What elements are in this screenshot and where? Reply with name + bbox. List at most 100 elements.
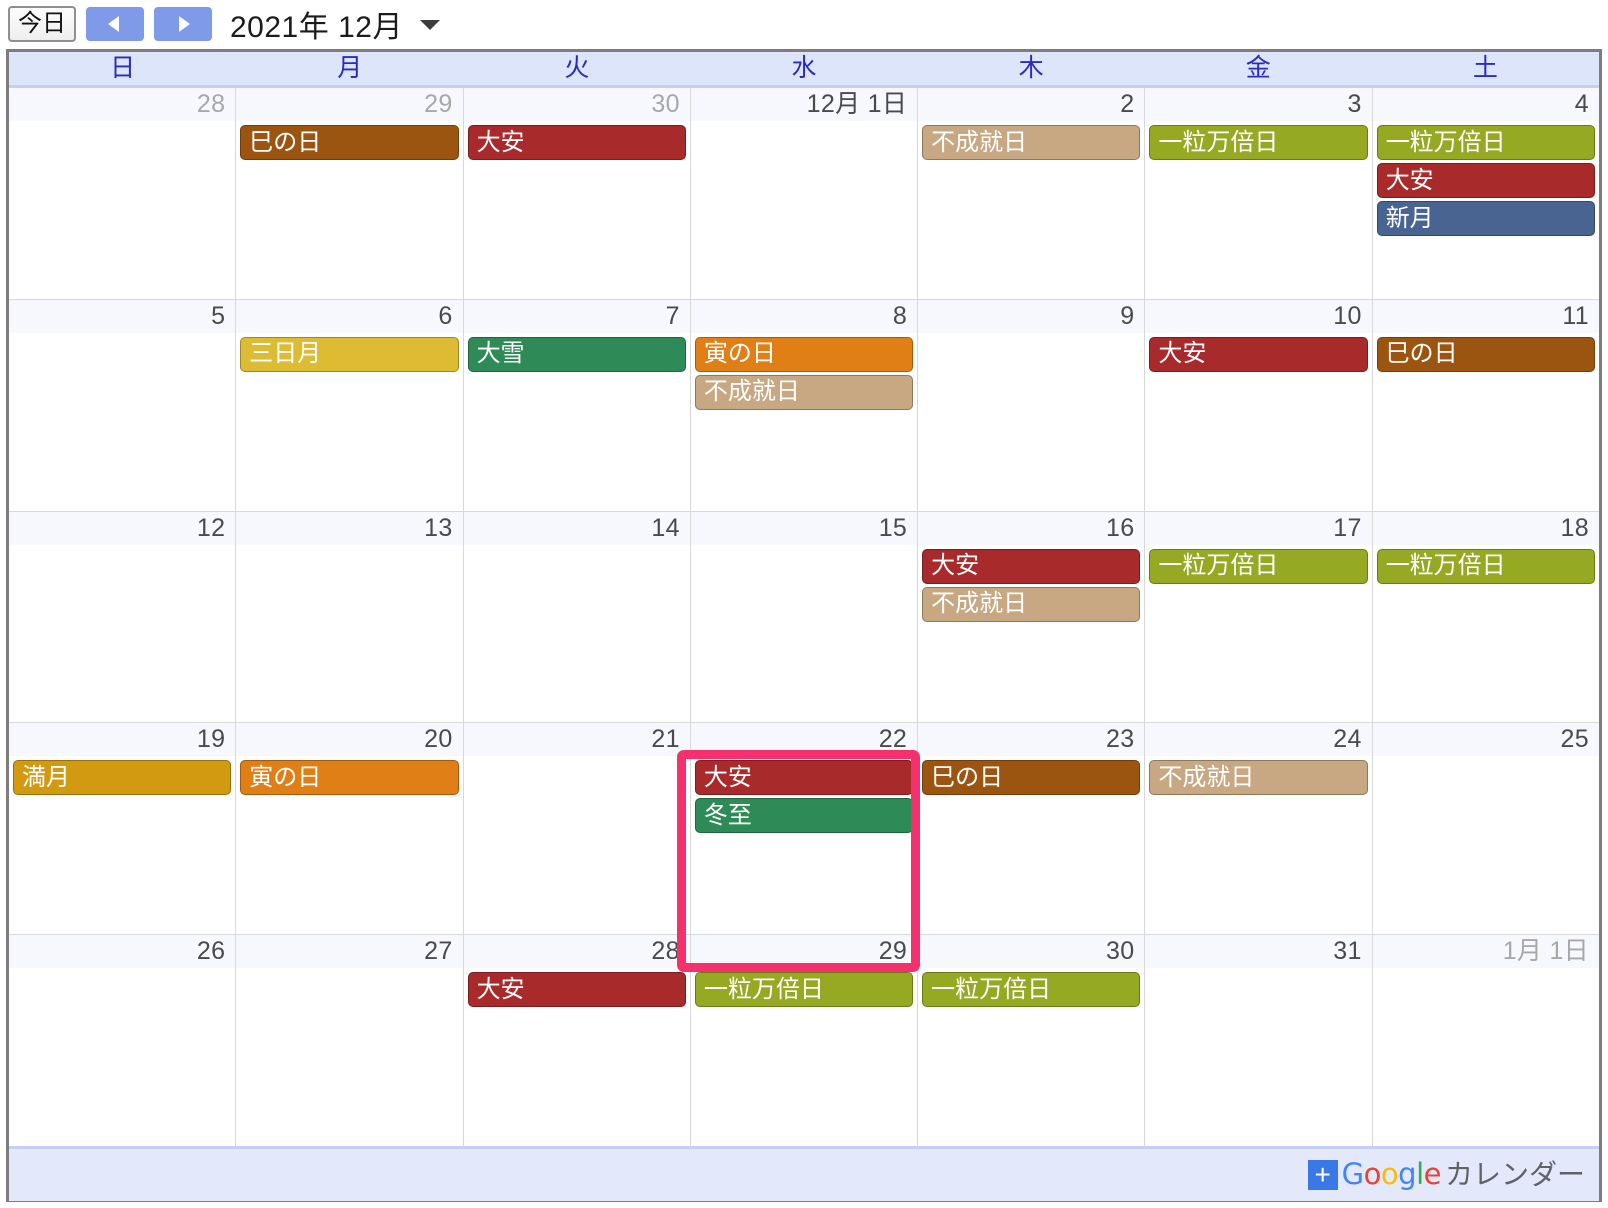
add-to-google-calendar-button[interactable]: + Google カレンダー bbox=[1307, 1157, 1585, 1192]
day-events: 巳の日 bbox=[1373, 333, 1599, 511]
event-chip[interactable]: 一粒万倍日 bbox=[694, 972, 914, 1008]
calendar-toolbar: 今日 2021年 12月 bbox=[0, 0, 1608, 48]
calendar-day-cell[interactable]: 16 大安 不成就日 bbox=[918, 511, 1146, 723]
event-chip[interactable]: 新月 bbox=[1376, 201, 1595, 236]
calendar-day-cell[interactable]: 30 大安 bbox=[463, 88, 691, 299]
calendar-day-cell[interactable]: 15 bbox=[690, 511, 919, 723]
today-button[interactable]: 今日 bbox=[8, 6, 76, 42]
calendar-day-cell[interactable]: 31 bbox=[1145, 935, 1373, 1146]
day-number: 18 bbox=[1372, 511, 1599, 545]
day-number: 19 bbox=[9, 723, 236, 757]
next-month-button[interactable] bbox=[154, 7, 212, 41]
calendar-frame: 日 月 火 水 木 金 土 28 29 巳の日 30 大安 12月 1日 2 不成就日 3 一粒万… bbox=[6, 49, 1602, 1202]
event-chip[interactable]: 大安 bbox=[1149, 336, 1368, 372]
event-chip[interactable]: 一粒万倍日 bbox=[1149, 125, 1368, 160]
calendar-day-cell[interactable]: 18 一粒万倍日 bbox=[1372, 511, 1599, 723]
day-events: 一粒万倍日 bbox=[1373, 545, 1599, 723]
calendar-day-cell[interactable]: 29 巳の日 bbox=[236, 88, 464, 299]
weekday-header-sun: 日 bbox=[110, 54, 136, 82]
calendar-day-cell[interactable]: 21 bbox=[463, 723, 691, 935]
event-chip[interactable]: 大安 bbox=[694, 760, 914, 796]
day-events bbox=[9, 545, 235, 723]
event-chip[interactable]: 不成就日 bbox=[922, 586, 1141, 622]
day-events: 大安 冬至 bbox=[691, 756, 917, 934]
calendar-day-cell[interactable]: 29 一粒万倍日 bbox=[690, 935, 919, 1146]
day-events: 大安 不成就日 bbox=[918, 545, 1144, 723]
calendar-day-cell[interactable]: 28 bbox=[9, 88, 237, 299]
calendar-day-cell[interactable]: 12 bbox=[9, 511, 237, 723]
calendar-day-cell[interactable]: 5 bbox=[9, 299, 237, 511]
page-title: 2021年 12月 bbox=[230, 11, 403, 44]
event-chip[interactable]: 一粒万倍日 bbox=[1376, 548, 1595, 584]
event-chip[interactable]: 不成就日 bbox=[1149, 760, 1368, 796]
event-chip[interactable]: 一粒万倍日 bbox=[1376, 125, 1595, 160]
day-events: 大安 bbox=[1145, 333, 1371, 511]
event-chip[interactable]: 大安 bbox=[922, 548, 1141, 584]
chevron-down-icon[interactable] bbox=[417, 16, 443, 32]
calendar-day-cell[interactable]: 6 三日月 bbox=[236, 299, 464, 511]
google-logo-letter-6: e bbox=[1423, 1157, 1442, 1191]
event-chip[interactable]: 寅の日 bbox=[240, 760, 459, 796]
calendar-day-cell[interactable]: 9 bbox=[918, 299, 1146, 511]
event-chip[interactable]: 一粒万倍日 bbox=[1149, 548, 1368, 584]
calendar-day-cell[interactable]: 7 大雪 bbox=[463, 299, 691, 511]
day-events bbox=[1373, 756, 1599, 934]
calendar-day-cell[interactable]: 20 寅の日 bbox=[236, 723, 464, 935]
day-events bbox=[9, 968, 235, 1146]
day-events bbox=[691, 545, 917, 723]
day-number: 17 bbox=[1145, 511, 1372, 545]
previous-month-button[interactable] bbox=[86, 7, 144, 41]
day-number: 9 bbox=[918, 299, 1145, 333]
day-events: 一粒万倍日 bbox=[1145, 121, 1371, 299]
event-chip[interactable]: 大安 bbox=[1376, 163, 1595, 198]
calendar-day-cell[interactable]: 19 満月 bbox=[9, 723, 237, 935]
calendar-day-cell[interactable]: 26 bbox=[9, 935, 237, 1146]
google-logo-letter-3: o bbox=[1380, 1157, 1399, 1191]
calendar-day-cell[interactable]: 8 寅の日 不成就日 bbox=[690, 299, 919, 511]
event-chip[interactable]: 不成就日 bbox=[922, 125, 1141, 160]
event-chip[interactable]: 満月 bbox=[13, 760, 232, 796]
calendar-day-cell[interactable]: 10 大安 bbox=[1145, 299, 1373, 511]
event-chip[interactable]: 大安 bbox=[467, 972, 686, 1008]
day-events bbox=[236, 545, 462, 723]
calendar-day-cell[interactable]: 11 巳の日 bbox=[1372, 299, 1599, 511]
calendar-day-cell[interactable]: 14 bbox=[463, 511, 691, 723]
event-chip[interactable]: 三日月 bbox=[240, 336, 459, 372]
google-logo: Google bbox=[1341, 1157, 1442, 1191]
calendar-day-cell[interactable]: 25 bbox=[1372, 723, 1599, 935]
weekday-header-mon: 月 bbox=[337, 54, 363, 82]
day-number: 7 bbox=[463, 299, 690, 333]
calendar-day-cell[interactable]: 3 一粒万倍日 bbox=[1145, 88, 1373, 299]
day-number: 26 bbox=[9, 935, 236, 969]
event-chip[interactable]: 巳の日 bbox=[922, 760, 1141, 796]
google-logo-letter-1: G bbox=[1341, 1157, 1364, 1191]
calendar-day-cell[interactable]: 23 巳の日 bbox=[918, 723, 1146, 935]
calendar-day-cell[interactable]: 17 一粒万倍日 bbox=[1145, 511, 1373, 723]
calendar-day-cell[interactable]: 13 bbox=[236, 511, 464, 723]
calendar-day-cell[interactable]: 30 一粒万倍日 bbox=[918, 935, 1146, 1146]
day-events: 一粒万倍日 bbox=[1145, 545, 1371, 723]
day-number: 15 bbox=[690, 511, 918, 545]
calendar-day-cell[interactable]: 28 大安 bbox=[463, 935, 691, 1146]
event-chip[interactable]: 不成就日 bbox=[694, 374, 914, 410]
day-events: 不成就日 bbox=[918, 121, 1144, 299]
event-chip[interactable]: 巳の日 bbox=[1376, 336, 1595, 372]
event-chip[interactable]: 巳の日 bbox=[240, 125, 459, 160]
day-number: 14 bbox=[463, 511, 690, 545]
day-number: 29 bbox=[236, 88, 463, 121]
calendar-day-cell[interactable]: 24 不成就日 bbox=[1145, 723, 1373, 935]
calendar-day-cell[interactable]: 12月 1日 bbox=[690, 88, 919, 299]
event-chip[interactable]: 寅の日 bbox=[694, 336, 914, 372]
calendar-day-cell[interactable]: 2 不成就日 bbox=[918, 88, 1146, 299]
event-chip[interactable]: 大安 bbox=[467, 125, 686, 160]
event-chip[interactable]: 大雪 bbox=[467, 336, 686, 372]
day-events: 巳の日 bbox=[918, 756, 1144, 934]
calendar-day-cell[interactable]: 27 bbox=[236, 935, 464, 1146]
google-logo-letter-5: l bbox=[1416, 1157, 1424, 1191]
calendar-day-cell[interactable]: 22 大安 冬至 bbox=[690, 723, 919, 935]
calendar-day-cell[interactable]: 4 一粒万倍日 大安 新月 bbox=[1372, 88, 1599, 299]
calendar-day-cell[interactable]: 1月 1日 bbox=[1372, 935, 1599, 1146]
day-events bbox=[464, 756, 690, 934]
event-chip[interactable]: 冬至 bbox=[694, 798, 914, 834]
event-chip[interactable]: 一粒万倍日 bbox=[922, 972, 1141, 1008]
